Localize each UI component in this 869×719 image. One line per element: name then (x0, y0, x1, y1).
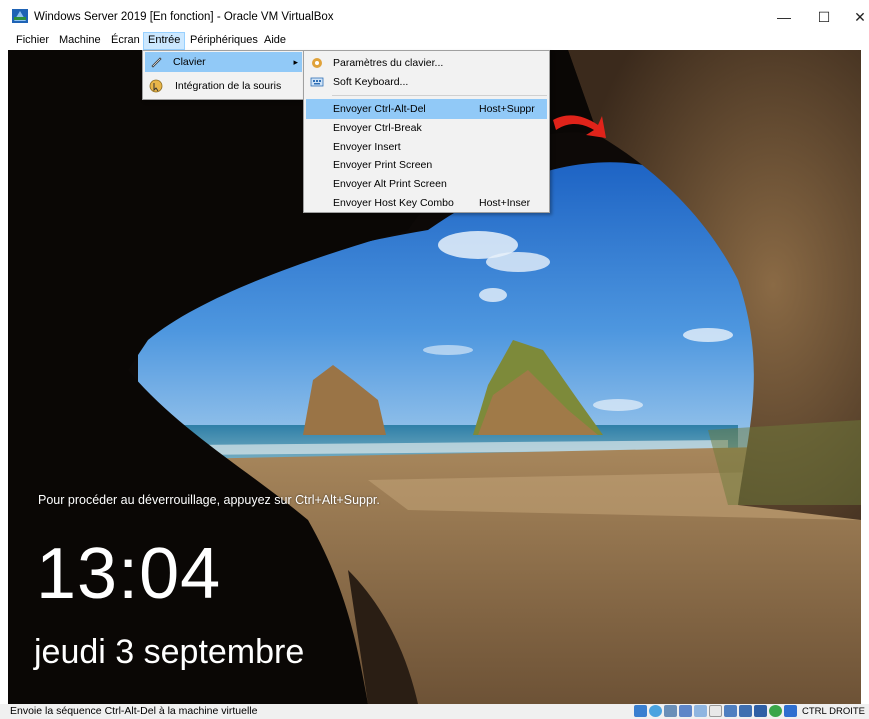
menu-item-parametres-clavier[interactable]: Paramètres du clavier... (306, 53, 547, 73)
menu-item-host-key-combo[interactable]: Envoyer Host Key Combo Host+Inser (306, 193, 547, 213)
status-bar: Envoie la séquence Ctrl-Alt-Del à la mac… (0, 704, 869, 719)
menu-bar: Fichier Machine Écran Entrée Périphériqu… (0, 32, 869, 50)
display-icon[interactable] (724, 705, 738, 717)
keyboard-icon (310, 77, 324, 87)
mouse-capture-icon[interactable] (769, 705, 783, 717)
submenu-arrow-icon: ▸ (293, 57, 298, 67)
network-adapter-icon[interactable] (679, 705, 693, 717)
menu-item-insert[interactable]: Envoyer Insert (306, 137, 547, 157)
maximize-button[interactable]: ☐ (807, 6, 841, 28)
keyboard-pen-icon (151, 57, 162, 68)
audio-icon[interactable] (664, 705, 678, 717)
menu-item-integration-souris[interactable]: Intégration de la souris (145, 76, 302, 96)
menu-fichier[interactable]: Fichier (12, 32, 53, 50)
keyboard-settings-icon (312, 58, 322, 68)
optical-drive-icon[interactable] (649, 705, 663, 717)
menu-item-ctrl-break[interactable]: Envoyer Ctrl-Break (306, 118, 547, 138)
keyboard-capture-icon[interactable] (784, 705, 798, 717)
menu-item-ctrl-alt-del[interactable]: Envoyer Ctrl-Alt-Del Host+Suppr (306, 99, 547, 119)
virtualbox-icon (12, 9, 28, 23)
entree-menu: Clavier ▸ Intégration de la souris (142, 50, 305, 100)
menu-separator (332, 95, 547, 96)
hard-disk-icon[interactable] (634, 705, 648, 717)
menu-item-alt-print-screen[interactable]: Envoyer Alt Print Screen (306, 174, 547, 194)
menu-peripheriques[interactable]: Périphériques (186, 32, 262, 50)
close-button[interactable]: ✕ (843, 6, 869, 28)
menu-aide[interactable]: Aide (260, 32, 290, 50)
menu-item-soft-keyboard[interactable]: Soft Keyboard... (306, 72, 547, 92)
lockscreen-time: 13:04 (36, 534, 222, 614)
shared-folder-icon[interactable] (709, 705, 723, 717)
usb-icon[interactable] (694, 705, 708, 717)
status-message: Envoie la séquence Ctrl-Alt-Del à la mac… (10, 705, 258, 717)
host-key-label: CTRL DROITE (802, 705, 865, 717)
clavier-submenu: Paramètres du clavier... Soft Keyboard..… (303, 50, 550, 213)
lockscreen-date: jeudi 3 septembre (34, 633, 305, 671)
menu-item-print-screen[interactable]: Envoyer Print Screen (306, 155, 547, 175)
menu-entree[interactable]: Entrée (143, 32, 186, 50)
menu-machine[interactable]: Machine (55, 32, 105, 50)
minimize-button[interactable]: — (767, 6, 801, 28)
cpu-icon[interactable] (754, 705, 768, 717)
menu-ecran[interactable]: Écran (107, 32, 144, 50)
unlock-instruction: Pour procéder au déverrouillage, appuyez… (38, 493, 380, 507)
title-bar[interactable]: Windows Server 2019 [En fonction] - Orac… (0, 0, 869, 32)
window-title: Windows Server 2019 [En fonction] - Orac… (34, 11, 334, 23)
recording-icon[interactable] (739, 705, 753, 717)
menu-item-clavier[interactable]: Clavier ▸ (145, 52, 302, 72)
mouse-integration-icon (149, 79, 163, 93)
status-icons: CTRL DROITE (634, 705, 865, 717)
